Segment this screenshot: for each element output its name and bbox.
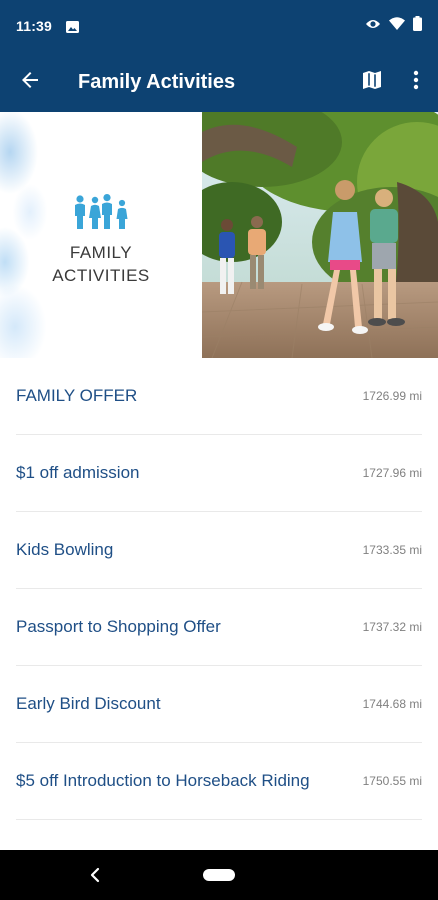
app-bar: Family Activities xyxy=(0,52,438,112)
offer-distance: 1744.68 mi xyxy=(362,697,422,711)
home-pill-icon[interactable] xyxy=(203,869,235,881)
offer-name: Passport to Shopping Offer xyxy=(16,617,221,636)
offer-distance: 1737.32 mi xyxy=(362,620,422,634)
map-icon xyxy=(362,70,382,95)
more-options-button[interactable] xyxy=(394,52,438,112)
more-vert-icon xyxy=(413,70,419,95)
chevron-left-icon[interactable] xyxy=(86,865,106,885)
page-title: Family Activities xyxy=(78,70,236,93)
wifi-icon xyxy=(389,17,405,35)
hero-label-line2: ACTIVITIES xyxy=(52,265,150,285)
app-actions xyxy=(350,52,438,112)
offer-distance: 1733.35 mi xyxy=(362,543,422,557)
eye-icon xyxy=(365,17,381,35)
hero-banner: FAMILY ACTIVITIES xyxy=(0,112,438,358)
hero-label-panel: FAMILY ACTIVITIES xyxy=(0,112,202,358)
map-button[interactable] xyxy=(350,52,394,112)
watercolor-decoration xyxy=(0,112,60,358)
arrow-left-icon xyxy=(20,70,40,95)
offer-name: Early Bird Discount xyxy=(16,694,161,713)
list-item[interactable]: $1 off admission 1727.96 mi xyxy=(16,435,422,512)
list-item[interactable]: FAMILY OFFER 1726.99 mi xyxy=(16,358,422,435)
offer-distance: 1726.99 mi xyxy=(362,389,422,403)
system-nav-bar xyxy=(0,850,438,900)
family-icon xyxy=(72,193,130,235)
battery-icon xyxy=(413,16,422,36)
offer-distance: 1750.55 mi xyxy=(362,774,422,788)
offer-distance: 1727.96 mi xyxy=(362,466,422,480)
offer-name: $1 off admission xyxy=(16,463,140,482)
offer-list: FAMILY OFFER 1726.99 mi $1 off admission… xyxy=(0,358,438,820)
image-icon xyxy=(66,20,80,33)
hero-photo xyxy=(202,112,438,358)
list-item[interactable]: Kids Bowling 1733.35 mi xyxy=(16,512,422,589)
offer-name: FAMILY OFFER xyxy=(16,386,138,405)
hero-label-line1: FAMILY xyxy=(69,242,133,262)
offer-name: Kids Bowling xyxy=(16,540,114,559)
list-item[interactable]: Early Bird Discount 1744.68 mi xyxy=(16,666,422,743)
list-item[interactable]: $5 off Introduction to Horseback Riding … xyxy=(16,743,422,820)
status-bar: 11:39 xyxy=(0,0,438,52)
status-time: 11:39 xyxy=(16,18,53,34)
hero-label: FAMILY ACTIVITIES xyxy=(52,241,150,287)
offer-name: $5 off Introduction to Horseback Riding xyxy=(16,771,310,790)
status-icons xyxy=(365,16,422,36)
back-button[interactable] xyxy=(0,52,60,112)
list-item[interactable]: Passport to Shopping Offer 1737.32 mi xyxy=(16,589,422,666)
